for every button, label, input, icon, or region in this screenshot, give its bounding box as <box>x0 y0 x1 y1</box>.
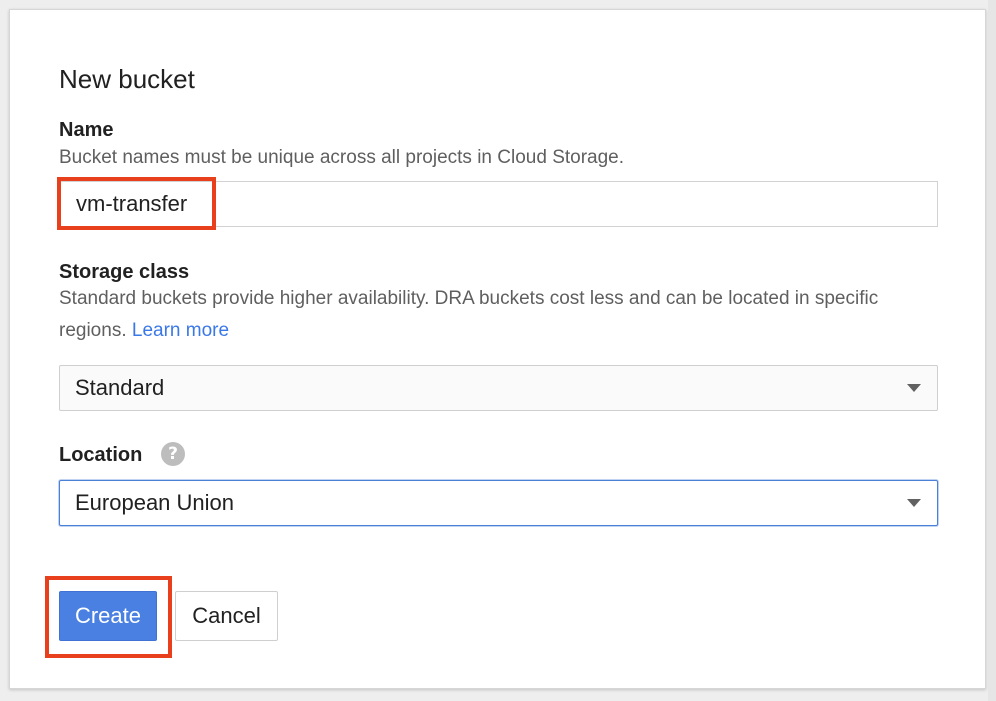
location-value: European Union <box>75 490 235 515</box>
create-button[interactable]: Create <box>59 591 157 641</box>
location-select[interactable]: European Union <box>59 480 938 526</box>
new-bucket-dialog: New bucket Name Bucket names must be uni… <box>9 9 986 689</box>
name-label: Name <box>59 119 114 141</box>
bucket-name-input[interactable] <box>59 181 938 227</box>
name-help-text: Bucket names must be unique across all p… <box>59 147 625 168</box>
storage-class-label: Storage class <box>59 261 190 283</box>
storage-class-select[interactable]: Standard <box>59 365 938 411</box>
background-scroll-strip <box>988 0 996 701</box>
dialog-title: New bucket <box>59 64 195 94</box>
learn-more-link[interactable]: Learn more <box>132 320 229 341</box>
caret-down-icon <box>907 384 921 392</box>
cancel-button[interactable]: Cancel <box>175 591 278 641</box>
storage-class-value: Standard <box>75 375 165 400</box>
location-label: Location <box>59 444 143 466</box>
help-circle-icon[interactable]: ? <box>161 442 185 466</box>
storage-class-help-text: Standard buckets provide higher availabi… <box>59 283 949 347</box>
caret-down-icon <box>907 499 921 507</box>
